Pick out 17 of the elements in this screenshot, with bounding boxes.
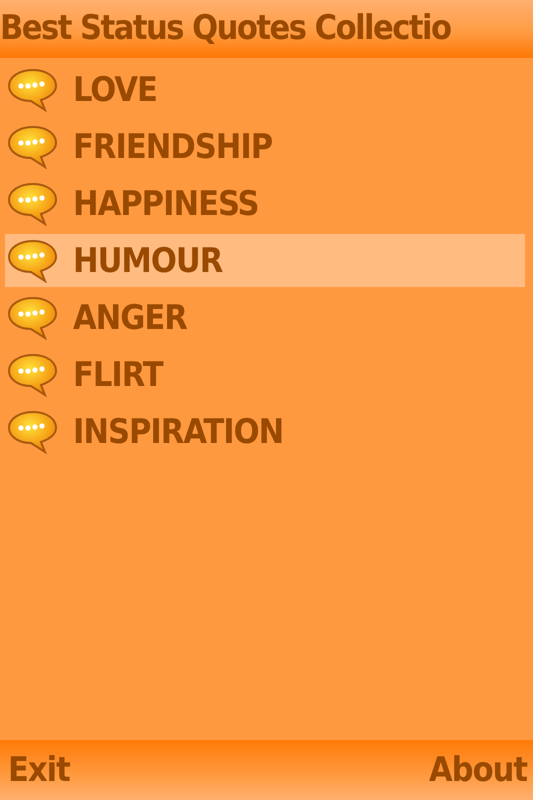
about-softkey[interactable]: About xyxy=(421,750,533,790)
speech-bubble-icon xyxy=(7,124,59,168)
exit-softkey[interactable]: Exit xyxy=(0,750,76,790)
category-item[interactable]: HAPPINESS xyxy=(5,177,525,230)
speech-bubble-icon xyxy=(7,68,59,112)
category-item[interactable]: LOVE xyxy=(5,63,525,116)
speech-bubble-icon xyxy=(7,410,59,454)
speech-bubble-icon xyxy=(7,238,59,282)
category-item[interactable]: ANGER xyxy=(5,291,525,344)
category-item[interactable]: HUMOUR xyxy=(5,234,525,287)
speech-bubble-icon xyxy=(7,352,59,396)
window-title: Best Status Quotes Collectio xyxy=(0,8,451,48)
category-item[interactable]: FLIRT xyxy=(5,348,525,401)
speech-bubble-icon xyxy=(7,296,59,340)
speech-bubble-icon xyxy=(7,182,59,226)
category-item[interactable]: INSPIRATION xyxy=(5,405,525,458)
category-item[interactable]: FRIENDSHIP xyxy=(5,120,525,173)
